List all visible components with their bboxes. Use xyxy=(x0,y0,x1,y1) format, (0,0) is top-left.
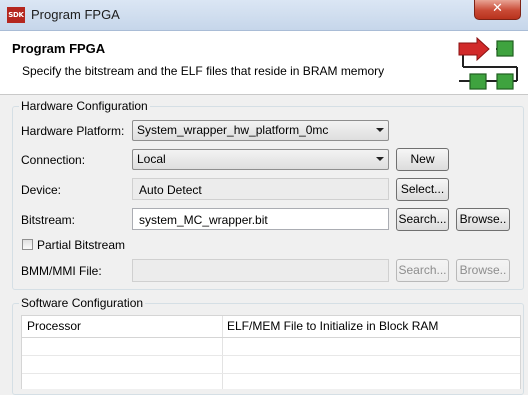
sdk-app-icon: SDK xyxy=(7,7,25,23)
processor-elf-table[interactable]: Processor ELF/MEM File to Initialize in … xyxy=(21,315,521,389)
column-divider xyxy=(222,316,223,389)
bitstream-label: Bitstream: xyxy=(21,213,76,227)
header-divider xyxy=(22,337,520,338)
title-bar: SDK Program FPGA ✕ xyxy=(0,0,528,31)
device-label: Device: xyxy=(21,183,62,197)
hardware-platform-dropdown[interactable]: System_wrapper_hw_platform_0mc xyxy=(132,120,389,141)
bmm-browse-button: Browse.. xyxy=(456,259,510,282)
chevron-down-icon xyxy=(376,157,384,161)
hardware-platform-value: System_wrapper_hw_platform_0mc xyxy=(137,123,329,137)
partial-bitstream-label: Partial Bitstream xyxy=(37,238,126,252)
bmm-search-button: Search... xyxy=(396,259,449,282)
hardware-platform-label: Hardware Platform: xyxy=(21,124,125,138)
column-header-elf-file[interactable]: ELF/MEM File to Initialize in Block RAM xyxy=(222,316,520,337)
connection-dropdown[interactable]: Local xyxy=(132,149,389,170)
header-title: Program FPGA xyxy=(12,41,106,56)
chevron-down-icon xyxy=(376,128,384,132)
dialog-header: Program FPGA Specify the bitstream and t… xyxy=(0,31,528,95)
new-connection-button[interactable]: New xyxy=(396,148,449,171)
bmm-file-label: BMM/MMI File: xyxy=(21,264,102,278)
bitstream-search-button[interactable]: Search... xyxy=(396,208,449,231)
bmm-file-input xyxy=(132,259,389,282)
table-row xyxy=(22,355,520,356)
column-header-processor[interactable]: Processor xyxy=(22,316,222,337)
connection-value: Local xyxy=(137,152,166,166)
bitstream-input[interactable]: system_MC_wrapper.bit xyxy=(132,208,389,230)
fpga-program-icon xyxy=(458,37,518,90)
bitstream-browse-button[interactable]: Browse.. xyxy=(456,208,510,231)
close-button[interactable]: ✕ xyxy=(474,0,521,20)
partial-bitstream-checkbox[interactable] xyxy=(22,239,33,250)
window-title: Program FPGA xyxy=(31,7,120,22)
hardware-config-label: Hardware Configuration xyxy=(19,99,150,113)
connection-label: Connection: xyxy=(21,153,86,167)
table-row xyxy=(22,373,520,374)
header-description: Specify the bitstream and the ELF files … xyxy=(22,64,385,78)
software-config-label: Software Configuration xyxy=(19,296,146,310)
device-field: Auto Detect xyxy=(132,178,389,200)
bitstream-value: system_MC_wrapper.bit xyxy=(139,213,268,227)
device-value: Auto Detect xyxy=(139,183,202,197)
select-device-button[interactable]: Select... xyxy=(396,178,449,201)
